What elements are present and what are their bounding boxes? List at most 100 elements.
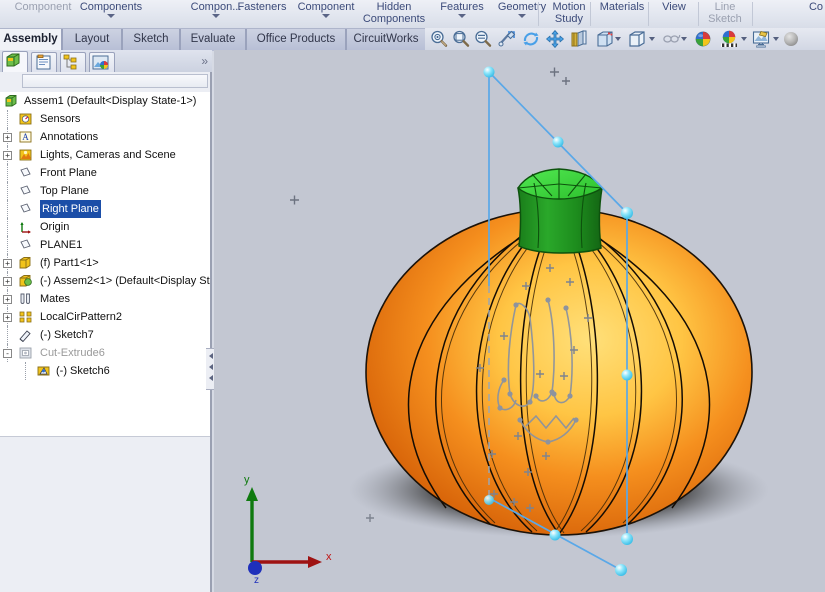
svg-text:z: z [254, 575, 259, 586]
panel-expand-chevron-icon[interactable]: » [201, 54, 208, 68]
tree-item[interactable]: Front Plane [0, 164, 210, 182]
previous-view-icon[interactable] [497, 29, 517, 49]
ribbon-dropdown-caret-icon[interactable] [107, 14, 115, 18]
ribbon-separator [752, 2, 753, 26]
tree-item[interactable]: (-) Sketch7 [0, 326, 210, 344]
tree-expander[interactable]: + [3, 151, 12, 160]
apply-scene-caret-icon[interactable] [741, 37, 747, 41]
svg-text:x: x [326, 551, 332, 563]
view-settings-caret-icon[interactable] [773, 37, 779, 41]
mates-icon [18, 292, 33, 306]
tree-connector [7, 236, 8, 254]
tree-item[interactable]: + Lights, Cameras and Scene [0, 146, 210, 164]
tree-item[interactable]: (-) Sketch6 [0, 362, 210, 380]
tree-item-label: LocalCirPattern2 [40, 311, 122, 323]
zoom-to-fit-icon[interactable] [429, 29, 449, 49]
ribbon-dropdown-caret-icon[interactable] [322, 14, 330, 18]
tree-connector [7, 182, 8, 200]
tree-item-label: (f) Part1<1> [40, 257, 99, 269]
view-toolbar [425, 28, 825, 50]
tree-item[interactable]: + (f) Part1<1> [0, 254, 210, 272]
apply-scene-icon[interactable] [719, 29, 739, 49]
tree-item[interactable]: Top Plane [0, 182, 210, 200]
sensors-icon [18, 112, 33, 126]
ribbon-item-label-2: Components [362, 13, 426, 25]
ribbon-item-5[interactable]: Hidden Components [355, 1, 433, 25]
ribbon-dropdown-caret-icon[interactable] [458, 14, 466, 18]
tab-layout[interactable]: Layout [62, 29, 122, 51]
tab-circuitworks[interactable]: CircuitWorks [346, 29, 426, 51]
plane-icon [18, 202, 33, 216]
realview-sphere-icon [781, 29, 801, 49]
tab-evaluate[interactable]: Evaluate [180, 29, 246, 51]
svg-text:A: A [22, 132, 29, 142]
tree-filter-input[interactable] [22, 74, 208, 88]
view-orientation-caret-icon[interactable] [615, 37, 621, 41]
tree-expander[interactable]: + [3, 259, 12, 268]
splitter-arrow-icon [209, 375, 213, 381]
ribbon-item-10[interactable]: View [650, 1, 698, 13]
tab-sketch[interactable]: Sketch [122, 29, 180, 51]
hide-show-caret-icon[interactable] [681, 37, 687, 41]
display-style-caret-icon[interactable] [649, 37, 655, 41]
property-manager-tab[interactable] [31, 52, 57, 72]
configuration-manager-tab[interactable] [60, 52, 86, 72]
tree-item[interactable]: + LocalCirPattern2 [0, 308, 210, 326]
plane-icon [18, 184, 33, 198]
ribbon-item-12[interactable]: Co [806, 1, 825, 13]
ribbon-item-8[interactable]: Motion Study [545, 1, 593, 25]
tree-item[interactable]: Assem1 (Default<Display State-1>) [0, 92, 210, 110]
tree-expander[interactable]: + [3, 277, 12, 286]
tree-connector [7, 164, 8, 182]
splitter-arrow-icon [209, 364, 213, 370]
tree-item[interactable]: + A Annotations [0, 128, 210, 146]
tree-item[interactable]: Right Plane [0, 200, 210, 218]
ribbon-item-9[interactable]: Materials [594, 1, 650, 13]
ribbon-item-1[interactable]: Components [56, 1, 166, 18]
ribbon-dropdown-caret-icon[interactable] [212, 14, 220, 18]
pan-icon[interactable] [545, 29, 565, 49]
tree-item[interactable]: + (-) Assem2<1> (Default<Display Sta [0, 272, 210, 290]
feature-tree[interactable]: Assem1 (Default<Display State-1>) Sensors… [0, 92, 210, 437]
tree-expander[interactable]: - [3, 349, 12, 358]
coordinate-triad: y x z [244, 474, 332, 586]
zoom-to-area-icon[interactable] [451, 29, 471, 49]
ribbon-dropdown-caret-icon[interactable] [518, 14, 526, 18]
section-view-icon[interactable] [569, 29, 589, 49]
zoom-in-out-icon[interactable] [473, 29, 493, 49]
ribbon-item-label: Components [79, 1, 143, 13]
tab-office-products[interactable]: Office Products [246, 29, 346, 51]
solidworks-window: Component Components Compon... Fasteners Com… [0, 0, 825, 592]
ribbon-item-11[interactable]: Line Sketch [700, 1, 750, 25]
tree-item[interactable]: - Cut-Extrude6 [0, 344, 210, 362]
hide-show-items-icon[interactable] [661, 29, 681, 49]
tree-item[interactable]: + Mates [0, 290, 210, 308]
ribbon-item-label-2: Study [554, 13, 584, 25]
plane-icon [18, 238, 33, 252]
display-style-icon[interactable] [627, 29, 647, 49]
tree-item-label: Annotations [40, 131, 99, 143]
display-manager-tab[interactable] [89, 52, 115, 72]
splitter-arrow-icon [209, 353, 213, 359]
tree-item[interactable]: Origin [0, 218, 210, 236]
ribbon-separator [648, 2, 649, 26]
edit-appearance-icon[interactable] [693, 29, 713, 49]
ribbon-separator [698, 2, 699, 26]
tree-expander[interactable]: + [3, 133, 12, 142]
view-orientation-icon[interactable] [595, 29, 615, 49]
tab-assembly[interactable]: Assembly [0, 29, 62, 51]
feature-manager-tab[interactable] [2, 51, 28, 72]
tree-item-label: Assem1 (Default<Display State-1>) [24, 95, 197, 107]
tree-item[interactable]: PLANE1 [0, 236, 210, 254]
tree-expander[interactable]: + [3, 295, 12, 304]
ribbon-item-6[interactable]: Features [432, 1, 492, 18]
view-settings-icon[interactable] [751, 29, 771, 49]
lights-icon [18, 148, 33, 162]
part-icon [18, 256, 33, 270]
cut-extrude-icon [18, 346, 33, 360]
tree-expander[interactable]: + [3, 313, 12, 322]
tree-item[interactable]: Sensors [0, 110, 210, 128]
graphics-viewport[interactable]: y x z [214, 50, 825, 592]
rotate-view-icon[interactable] [521, 29, 541, 49]
sketch2-icon [36, 364, 51, 378]
